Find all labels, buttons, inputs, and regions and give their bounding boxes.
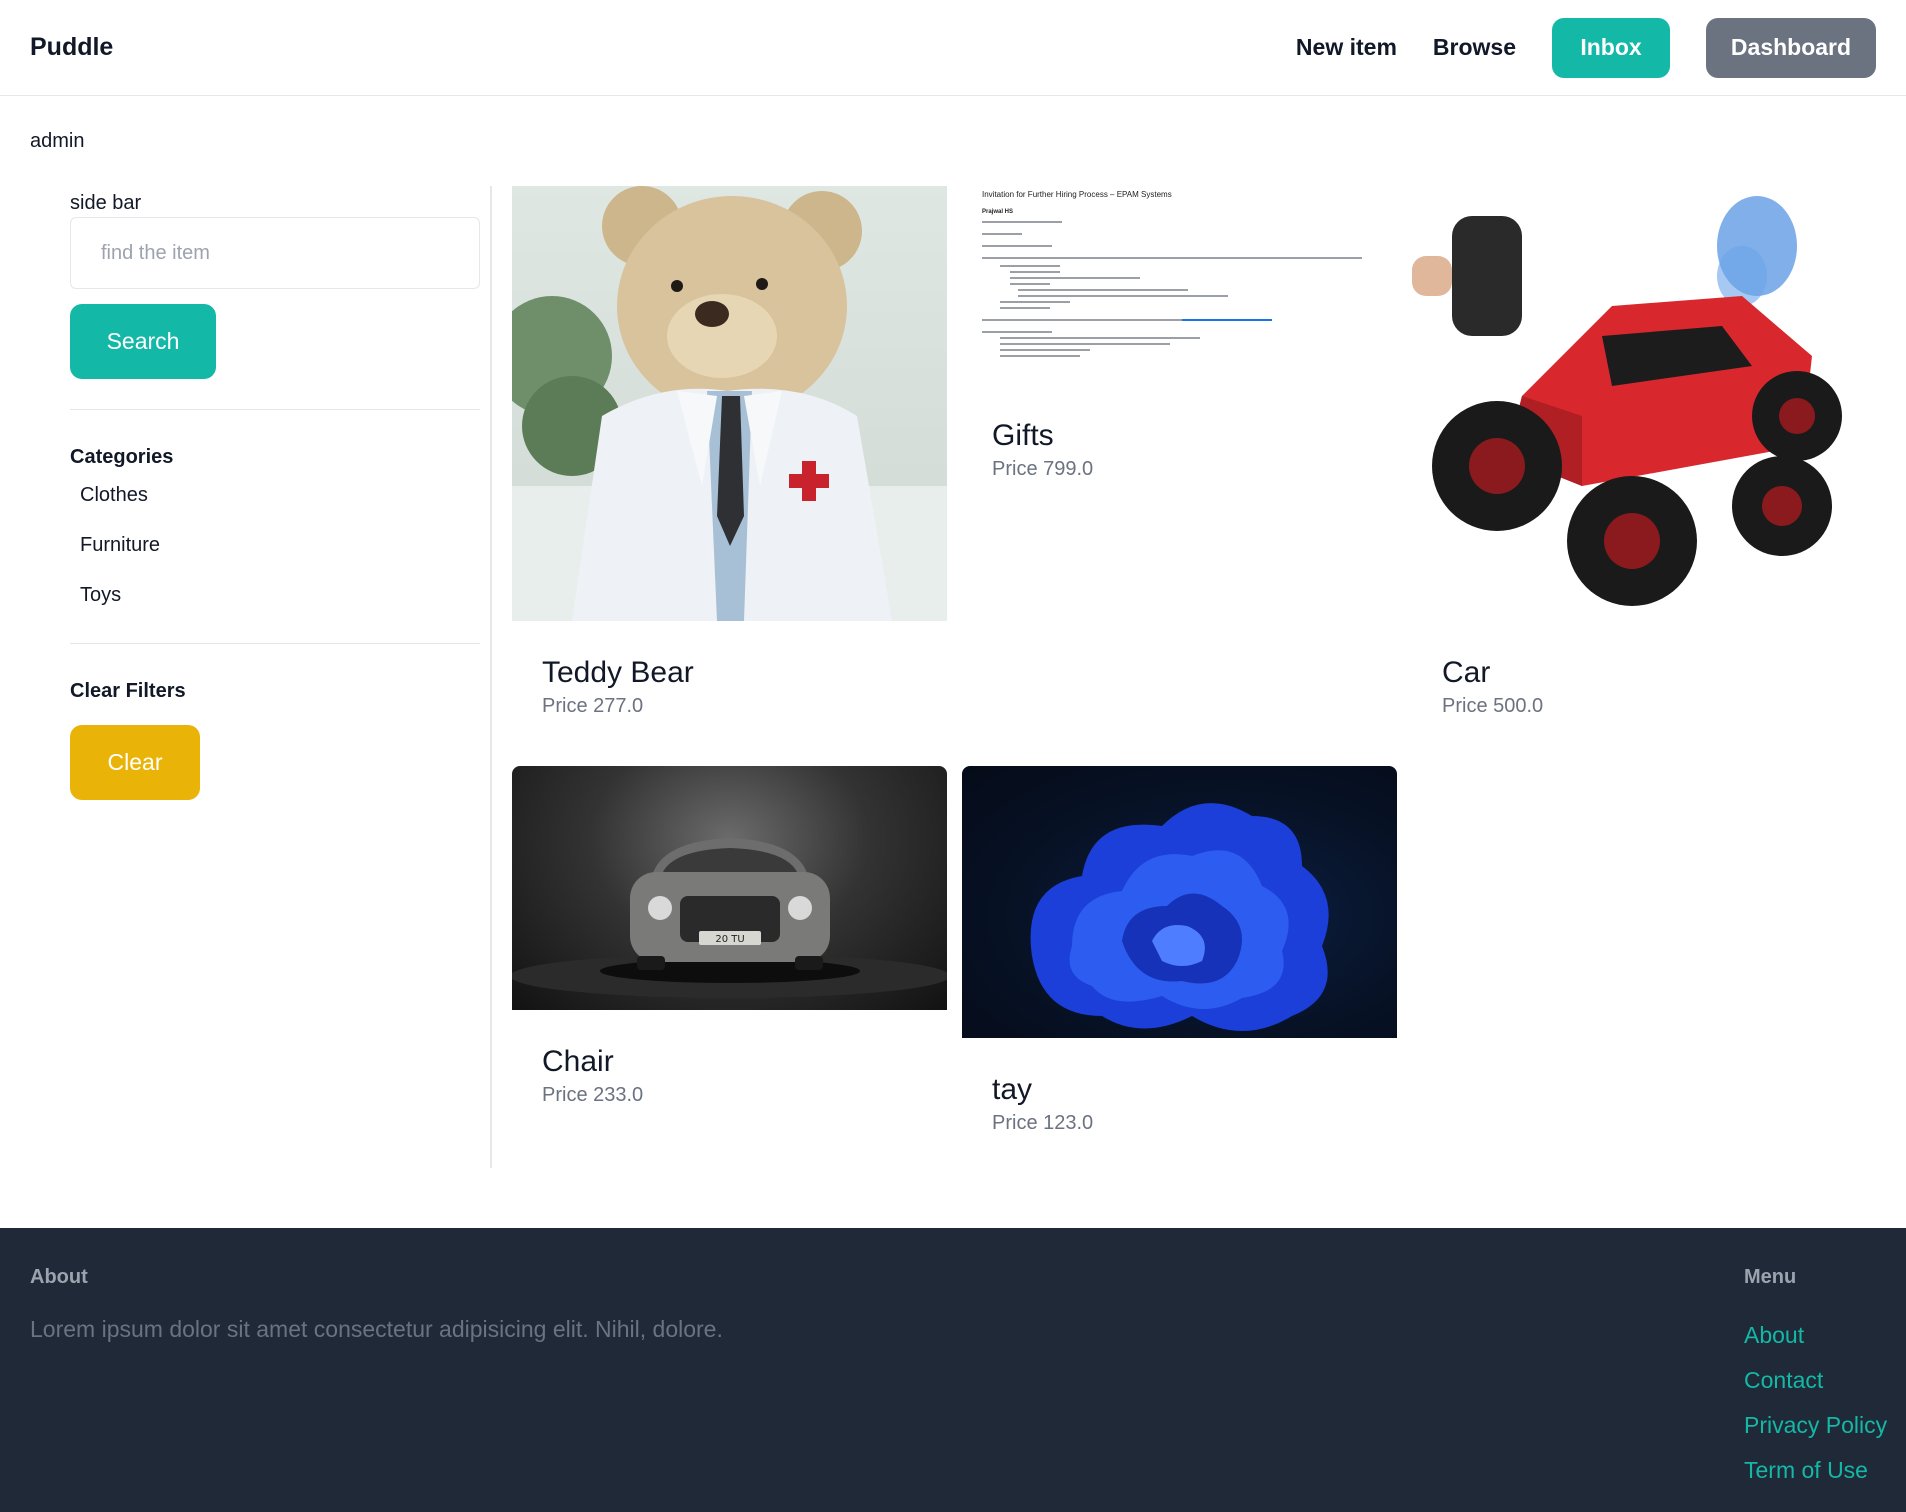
footer-about-heading: About: [30, 1266, 88, 1288]
browse-link[interactable]: Browse: [1433, 34, 1516, 61]
item-name: Gifts: [992, 419, 1054, 452]
brand-logo-link[interactable]: Puddle: [30, 33, 113, 62]
item-card-gifts[interactable]: Invitation for Further Hiring Process – …: [962, 186, 1397, 481]
category-item-clothes[interactable]: Clothes: [70, 475, 480, 525]
new-item-link[interactable]: New item: [1296, 34, 1397, 61]
footer-menu-heading: Menu: [1744, 1266, 1797, 1288]
search-input[interactable]: [70, 217, 480, 289]
item-price: Price 123.0: [992, 1112, 1094, 1134]
sidebar-vertical-divider: [490, 186, 492, 1168]
chair-image[interactable]: 20 TU: [512, 766, 947, 1010]
footer-about-text: Lorem ipsum dolor sit amet consectetur a…: [30, 1316, 723, 1342]
tay-image[interactable]: [962, 766, 1397, 1038]
inbox-button[interactable]: Inbox: [1552, 17, 1670, 78]
car-front-illustration: 20 TU: [512, 838, 947, 998]
car-image[interactable]: [1412, 186, 1847, 621]
item-price: Price 233.0: [542, 1084, 644, 1106]
item-price: Price 799.0: [992, 458, 1094, 480]
footer-link-about[interactable]: About: [1744, 1313, 1887, 1358]
teddy-bear-image[interactable]: [512, 186, 947, 621]
item-card-car[interactable]: Car Price 500.0: [1412, 186, 1847, 718]
sidebar-divider: [70, 643, 480, 644]
site-footer: About Lorem ipsum dolor sit amet consect…: [0, 1228, 1906, 1512]
license-plate-text: 20 TU: [715, 934, 744, 945]
card-body: tay Price 123.0: [962, 1038, 1397, 1135]
filter-sidebar: side bar Search Categories Clothes Furni…: [70, 186, 480, 800]
sidebar-title: side bar: [70, 192, 142, 214]
item-card-teddy-bear[interactable]: Teddy Bear Price 277.0: [512, 186, 947, 718]
categories-heading: Categories: [70, 446, 174, 468]
footer-link-list: About Contact Privacy Policy Term of Use: [1744, 1313, 1887, 1493]
clear-filters-button[interactable]: Clear: [70, 725, 200, 800]
gifts-image[interactable]: Invitation for Further Hiring Process – …: [962, 186, 1397, 396]
item-name: Teddy Bear: [542, 656, 694, 689]
card-body: Gifts Price 799.0: [962, 396, 1397, 481]
top-navbar: Puddle New item Browse Inbox Dashboard: [0, 0, 1906, 96]
category-list: Clothes Furniture Toys: [70, 475, 480, 625]
item-name: tay: [992, 1073, 1033, 1106]
footer-menu: Menu About Contact Privacy Policy Term o…: [1744, 1266, 1887, 1493]
item-card-chair[interactable]: 20 TU Chair Price 233.0: [512, 766, 947, 1107]
card-body: Teddy Bear Price 277.0: [512, 621, 947, 718]
search-button[interactable]: Search: [70, 304, 216, 379]
email-body-lines: [982, 221, 1362, 357]
item-name: Chair: [542, 1045, 614, 1078]
footer-link-privacy-policy[interactable]: Privacy Policy: [1744, 1403, 1887, 1448]
item-price: Price 500.0: [1442, 695, 1544, 717]
clear-filters-heading: Clear Filters: [70, 680, 186, 702]
nav-actions: New item Browse Inbox Dashboard: [1260, 17, 1876, 78]
footer-link-contact[interactable]: Contact: [1744, 1358, 1887, 1403]
teddy-bear-illustration: [512, 186, 947, 621]
item-price: Price 277.0: [542, 695, 644, 717]
category-item-furniture[interactable]: Furniture: [70, 525, 480, 575]
email-subject-text: Invitation for Further Hiring Process – …: [982, 190, 1172, 199]
rc-car-illustration: [1412, 196, 1842, 606]
abstract-bloom-illustration: [1030, 803, 1329, 1031]
card-body: Chair Price 233.0: [512, 1010, 947, 1107]
username-label: admin: [30, 130, 85, 152]
dashboard-button[interactable]: Dashboard: [1706, 17, 1876, 78]
card-body: Car Price 500.0: [1412, 621, 1847, 718]
item-name: Car: [1442, 656, 1491, 689]
item-card-tay[interactable]: tay Price 123.0: [962, 766, 1397, 1135]
category-item-toys[interactable]: Toys: [70, 575, 480, 625]
footer-link-term-of-use[interactable]: Term of Use: [1744, 1448, 1887, 1493]
sidebar-divider: [70, 409, 480, 410]
